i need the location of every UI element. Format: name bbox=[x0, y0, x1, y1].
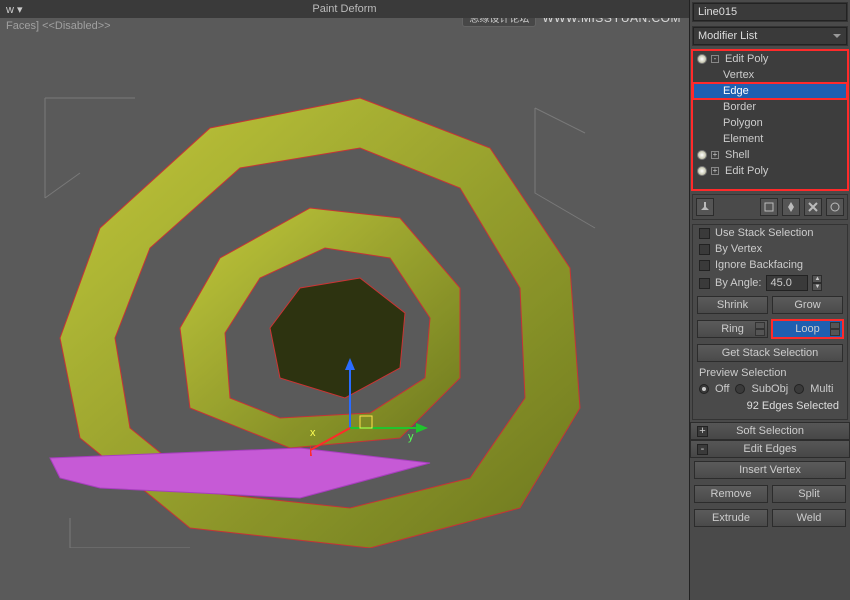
extrude-button[interactable]: Extrude bbox=[694, 509, 768, 527]
shrink-button[interactable]: Shrink bbox=[697, 296, 768, 314]
preview-radios: Off SubObj Multi bbox=[693, 381, 847, 397]
minus-icon: - bbox=[697, 444, 708, 455]
remove-mod-button[interactable] bbox=[804, 198, 822, 216]
show-end-result-button[interactable] bbox=[760, 198, 778, 216]
get-stack-selection-button[interactable]: Get Stack Selection bbox=[697, 344, 843, 362]
remove-button[interactable]: Remove bbox=[694, 485, 768, 503]
lightbulb-icon[interactable] bbox=[697, 166, 707, 176]
scene-3d[interactable]: x y bbox=[0, 18, 689, 600]
stack-toolbar bbox=[692, 194, 848, 220]
lightbulb-icon[interactable] bbox=[697, 54, 707, 64]
ring-button[interactable]: Ring bbox=[697, 320, 768, 338]
command-panel: Line015 Modifier List -Edit Poly Vertex … bbox=[690, 0, 850, 600]
mod-sub-polygon[interactable]: Polygon bbox=[693, 115, 847, 131]
ribbon-title: Paint Deform bbox=[312, 3, 376, 15]
mod-sub-edge[interactable]: Edge bbox=[693, 83, 847, 99]
axis-y-label: y bbox=[408, 431, 414, 443]
weld-button[interactable]: Weld bbox=[772, 509, 846, 527]
view-label[interactable]: w ▾ bbox=[6, 3, 23, 16]
soft-selection-rollout[interactable]: +Soft Selection bbox=[690, 422, 850, 440]
modifier-list-dropdown[interactable]: Modifier List bbox=[693, 27, 847, 45]
ignore-backfacing-check[interactable]: Ignore Backfacing bbox=[693, 257, 847, 273]
expand-icon[interactable]: + bbox=[711, 167, 719, 175]
lightbulb-icon[interactable] bbox=[697, 150, 707, 160]
preview-off-radio[interactable] bbox=[699, 384, 709, 394]
mod-row-editpoly[interactable]: -Edit Poly bbox=[693, 51, 847, 67]
transform-gizmo[interactable]: x y bbox=[310, 358, 450, 498]
axis-x-label: x bbox=[310, 427, 316, 439]
preview-subobj-radio[interactable] bbox=[735, 384, 745, 394]
mod-sub-vertex[interactable]: Vertex bbox=[693, 67, 847, 83]
object-name-field[interactable]: Line015 bbox=[693, 3, 847, 21]
mod-sub-element[interactable]: Element bbox=[693, 131, 847, 147]
edit-edges-rollout[interactable]: -Edit Edges bbox=[690, 440, 850, 458]
configure-sets-button[interactable] bbox=[826, 198, 844, 216]
by-angle-check[interactable]: By Angle: 45.0▲▼ bbox=[693, 273, 847, 293]
loop-button[interactable]: Loop bbox=[772, 320, 843, 338]
make-unique-button[interactable] bbox=[782, 198, 800, 216]
angle-spinner[interactable]: 45.0▲▼ bbox=[766, 275, 822, 291]
mod-row-editpoly2[interactable]: +Edit Poly bbox=[693, 163, 847, 179]
expand-icon[interactable]: - bbox=[711, 55, 719, 63]
insert-vertex-button[interactable]: Insert Vertex bbox=[694, 461, 846, 479]
mod-sub-border[interactable]: Border bbox=[693, 99, 847, 115]
selection-rollout: Use Stack Selection By Vertex Ignore Bac… bbox=[692, 224, 848, 420]
ribbon-bar: w ▾ Paint Deform bbox=[0, 0, 689, 18]
selection-status: 92 Edges Selected bbox=[693, 397, 847, 415]
plus-icon: + bbox=[697, 426, 708, 437]
ring-spinner[interactable] bbox=[755, 322, 765, 336]
preview-label: Preview Selection bbox=[693, 365, 847, 381]
expand-icon[interactable]: + bbox=[711, 151, 719, 159]
by-vertex-check[interactable]: By Vertex bbox=[693, 241, 847, 257]
mod-row-shell[interactable]: +Shell bbox=[693, 147, 847, 163]
loop-spinner[interactable] bbox=[830, 322, 840, 336]
grow-button[interactable]: Grow bbox=[772, 296, 843, 314]
modifier-stack[interactable]: -Edit Poly Vertex Edge Border Polygon El… bbox=[692, 50, 848, 190]
split-button[interactable]: Split bbox=[772, 485, 846, 503]
pin-stack-button[interactable] bbox=[696, 198, 714, 216]
viewport[interactable]: w ▾ Paint Deform Faces] <<Disabled>> 思缘设… bbox=[0, 0, 690, 600]
use-stack-selection-check[interactable]: Use Stack Selection bbox=[693, 225, 847, 241]
preview-multi-radio[interactable] bbox=[794, 384, 804, 394]
